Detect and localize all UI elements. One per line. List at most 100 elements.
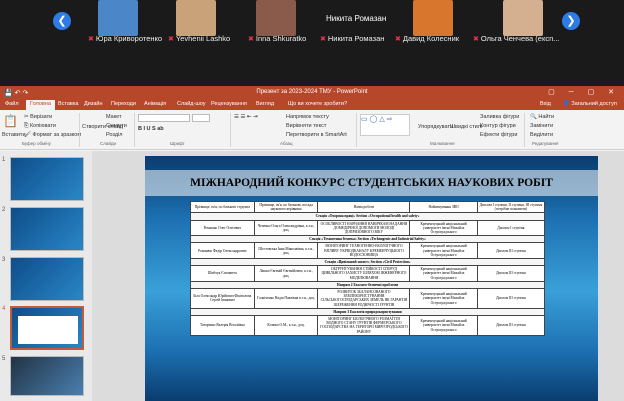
- group-font-label: Шрифт: [170, 141, 185, 146]
- section-row: Секція «Охорона праці» Section «Occupati…: [190, 212, 545, 221]
- tab-design[interactable]: Дизайн: [84, 101, 103, 107]
- participant-name: Ольга Ченчева (експ...: [480, 34, 560, 43]
- slide-thumbnail[interactable]: [10, 257, 84, 301]
- current-slide[interactable]: МІЖНАРОДНИЙ КОНКУРС СТУДЕНТСЬКИХ НАУКОВИ…: [145, 156, 598, 401]
- divider: [79, 113, 80, 147]
- slide-thumbnail[interactable]: [10, 356, 84, 396]
- video-participant-strip: ❮ ✖ Юра Криворотенко ✖ Yevhenii Lashko ✖ In…: [0, 0, 624, 86]
- work-title-cell: ОБГРУНТУВАННЯ СТІЙКОСТІ СПОРУД ЦИВІЛЬНОГ…: [317, 265, 411, 282]
- section-button[interactable]: Розділ: [106, 132, 122, 138]
- results-table[interactable]: Прізвище, ім'я, по батькові студента Прі…: [190, 200, 546, 336]
- font-size-select[interactable]: [192, 114, 210, 122]
- tab-insert[interactable]: Вставка: [58, 101, 78, 107]
- header-cell: Прізвище, ім'я, по батькові, посада наук…: [253, 200, 319, 214]
- participant-avatar: [176, 0, 216, 36]
- divider: [524, 113, 525, 147]
- quick-styles-button[interactable]: Швидкі стилі: [450, 124, 482, 130]
- student-cell: Романюк Федір Олександрович: [190, 242, 255, 260]
- previous-page-button[interactable]: ❮: [53, 12, 71, 30]
- arrange-button[interactable]: Упорядкувати: [418, 124, 453, 130]
- work-title-cell: РОЗВИТОК ЗБАЛАНСОВАНОГО ЗЕМЛЕКОРИСТУВАНН…: [317, 288, 411, 309]
- paste-button[interactable]: Вставити: [2, 132, 26, 138]
- table-row: Шибчук Єлизавета Лашко Євгеній Євгенійов…: [190, 265, 546, 282]
- share-button[interactable]: 👤 Загальний доступ: [563, 101, 617, 107]
- slide-thumbnail-selected[interactable]: [10, 306, 84, 350]
- powerpoint-window: 💾 ↶ ↷ Презент за 2023-2024 ТМУ - PowerPo…: [0, 86, 624, 401]
- diploma-cell: Диплом I ступеня: [476, 219, 546, 237]
- slide-thumbnail[interactable]: [10, 207, 84, 251]
- shape-fill-button[interactable]: Заливка фігури: [480, 114, 519, 120]
- header-cell: Диплом I ступеня, II ступеня, III ступен…: [476, 200, 546, 214]
- cut-button[interactable]: ✂ Вирізати: [24, 114, 52, 120]
- brush-icon: 🖌: [24, 132, 33, 138]
- reset-button[interactable]: Скинути: [106, 123, 127, 129]
- align-text-button[interactable]: Вирівняти текст: [286, 123, 326, 129]
- participant-avatar: [256, 0, 296, 36]
- shape-effects-button[interactable]: Ефекти фігури: [480, 132, 517, 138]
- student-cell: Біла Олександр Юрійович Фіківолова Сергі…: [190, 288, 255, 309]
- tab-home[interactable]: Головна: [26, 100, 55, 110]
- student-cell: Ромашко Олег Олегович: [190, 219, 255, 237]
- divider: [356, 113, 357, 147]
- window-controls[interactable]: ▢ ─ ▢ ✕: [548, 86, 620, 99]
- tab-review[interactable]: Рецензування: [211, 101, 247, 107]
- slide-thumbnail[interactable]: [10, 157, 84, 201]
- text-direction-button[interactable]: Напрямок тексту: [286, 114, 329, 120]
- tell-me-search[interactable]: Що ви хочете зробити?: [288, 101, 347, 107]
- shape-outline-button[interactable]: Контур фігури: [480, 123, 516, 129]
- student-cell: Татаренко Валерія Віталіївна: [190, 315, 255, 336]
- paste-icon[interactable]: 📋: [3, 114, 18, 128]
- advisor-cell: Кілюка О.М., к.т.н., доц.: [253, 315, 319, 336]
- table-row: Біла Олександр Юрійович Фіківолова Сергі…: [190, 288, 546, 309]
- font-family-select[interactable]: [138, 114, 190, 122]
- find-button[interactable]: 🔍 Найти: [530, 114, 554, 120]
- section-title: Напрям 3 Екологія природокористування: [190, 307, 545, 317]
- group-paragraph-label: Абзац: [280, 141, 293, 146]
- participant-name: Никита Ромазан: [327, 34, 385, 43]
- group-slides-label: Слайди: [100, 141, 117, 146]
- slide-number: 3: [2, 257, 6, 263]
- mic-muted-icon: ✖: [473, 36, 479, 43]
- layout-button[interactable]: Макет: [106, 114, 122, 120]
- format-painter-button[interactable]: 🖌 Формат за зразком: [24, 132, 81, 138]
- tab-slideshow[interactable]: Слайд-шоу: [177, 101, 206, 107]
- tab-animation[interactable]: Анімація: [144, 101, 166, 107]
- university-cell: Кременчуцький національний університет і…: [409, 242, 478, 260]
- group-drawing-label: Малювання: [430, 141, 455, 146]
- tab-file[interactable]: Файл: [5, 101, 19, 107]
- diploma-cell: Диплом III ступеня: [476, 242, 546, 260]
- table-row: Ромашко Олег Олегович Чепенко Ольга Олек…: [190, 219, 546, 237]
- slide-editing-area: МІЖНАРОДНИЙ КОНКУРС СТУДЕНТСЬКИХ НАУКОВИ…: [92, 151, 624, 401]
- university-cell: Кременчуцький національний університет і…: [409, 288, 478, 309]
- work-title-cell: МОНІТОРИНГ ТЕХНОГЕННО-ЕКОЛОГІЧНОГО ВПЛИВ…: [317, 242, 411, 260]
- table-row: Романюк Федір Олександрович Шостовська І…: [190, 242, 546, 260]
- table-row: Татаренко Валерія Віталіївна Кілюка О.М.…: [190, 315, 546, 336]
- tab-view[interactable]: Вигляд: [256, 101, 274, 107]
- section-title: Секція «Цивільний захист» Section «Civil…: [190, 258, 545, 267]
- mic-muted-icon: ✖: [248, 36, 254, 43]
- slide-thumbnail-pane: 1 2 3 4 5: [0, 151, 92, 401]
- shapes-gallery[interactable]: ▭ ◯ △ ⇨: [360, 114, 410, 136]
- mic-muted-icon: ✖: [395, 36, 401, 43]
- replace-button[interactable]: Замінити: [530, 123, 553, 129]
- mic-muted-icon: ✖: [320, 36, 326, 43]
- sign-in-link[interactable]: Вхід: [540, 101, 551, 107]
- ribbon-home: 📋 Вставити ✂ Вирізати ⎘ Копіювати 🖌 Форм…: [0, 110, 624, 150]
- smartart-button[interactable]: Перетворити в SmartArt: [286, 132, 347, 138]
- window-title: Презент за 2023-2024 ТМУ - PowerPoint: [256, 89, 368, 95]
- copy-button[interactable]: ⎘ Копіювати: [24, 123, 56, 130]
- participant-avatar: [413, 0, 453, 36]
- work-title-cell: МОНІТОРИНГ БІОЛОГІЧНОГО РОЗМАЇТТЯ ВОДНОГ…: [317, 315, 411, 336]
- paragraph-buttons[interactable]: ☰ ☰ ⇤ ⇥: [234, 114, 258, 120]
- tab-transitions[interactable]: Переходи: [111, 101, 136, 107]
- slide-number: 1: [2, 157, 6, 163]
- section-title: Секція «Техногенна безпека» Section «Tec…: [190, 235, 545, 244]
- select-button[interactable]: Виділити: [530, 132, 553, 138]
- mic-muted-icon: ✖: [168, 36, 174, 43]
- font-format-buttons[interactable]: B I U S ab: [138, 126, 164, 132]
- next-page-button[interactable]: ❯: [562, 12, 580, 30]
- ribbon-tabs: Файл Головна Вставка Дизайн Переходи Ані…: [0, 99, 624, 110]
- divider: [134, 113, 135, 147]
- section-row: Напрям 2 Еколого-безпечні проблеми: [190, 280, 545, 290]
- section-title: Секція «Охорона праці» Section «Occupati…: [190, 212, 545, 221]
